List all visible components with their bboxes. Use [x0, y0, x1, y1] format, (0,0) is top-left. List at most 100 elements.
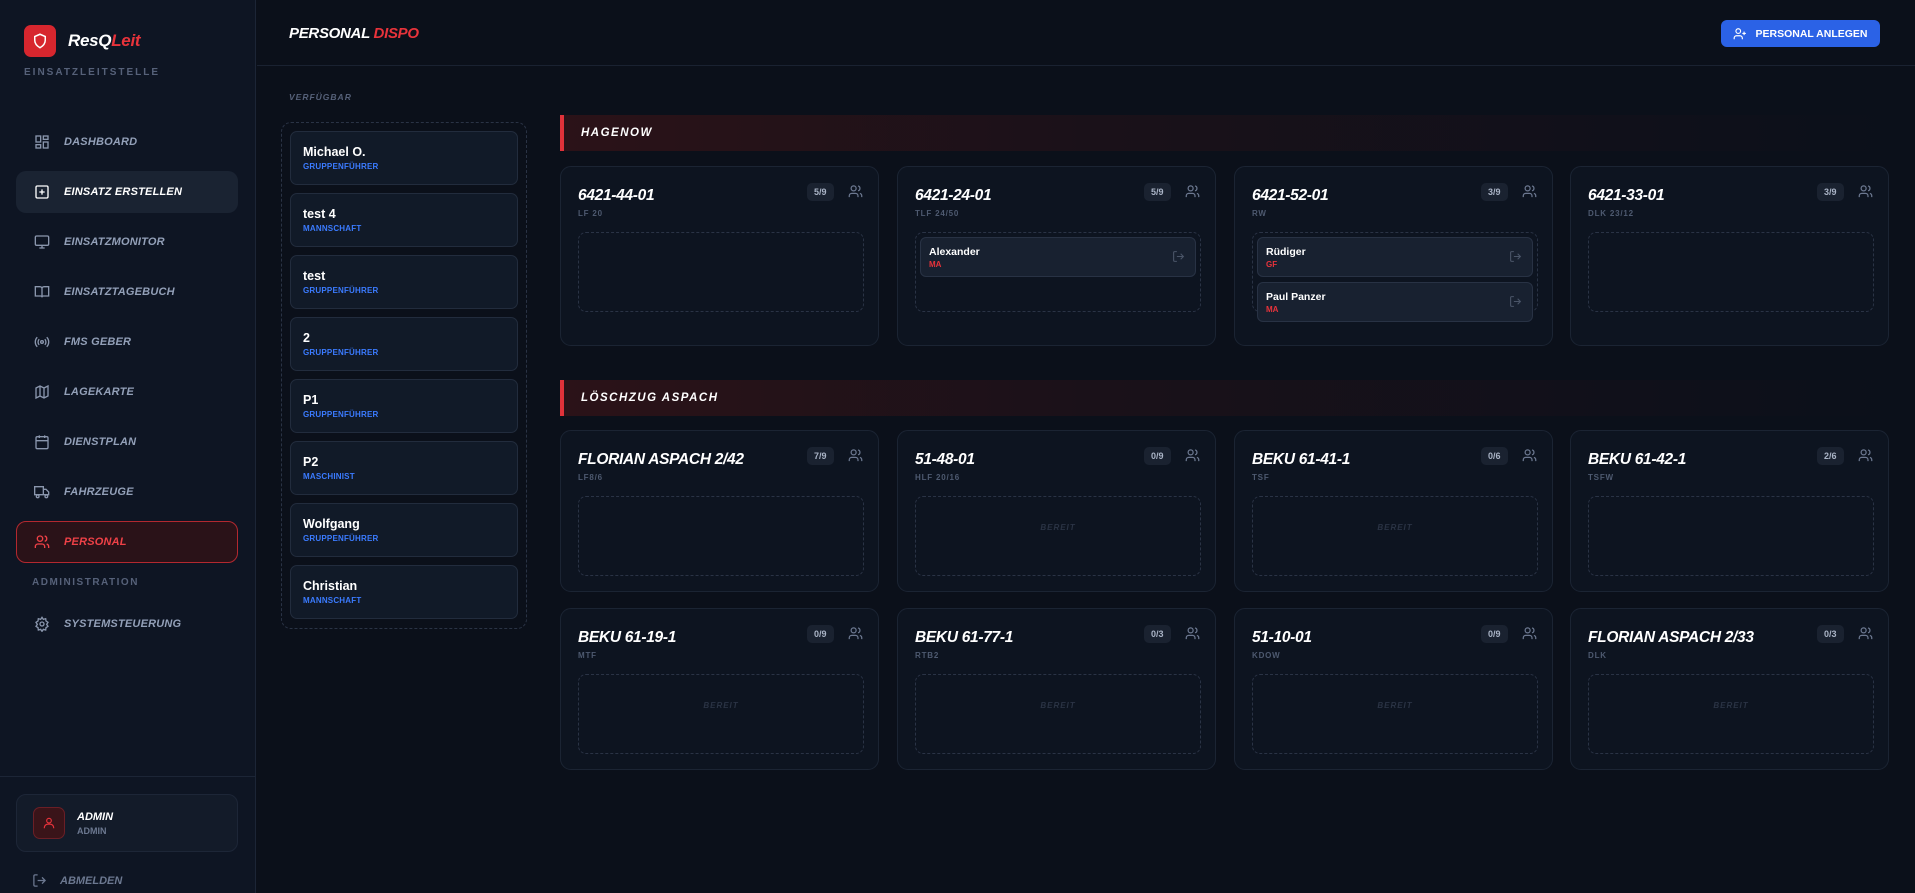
vehicle-type: LF 20: [578, 209, 603, 218]
nav-item-systemsteuerung[interactable]: SYSTEMSTEUERUNG: [16, 603, 238, 645]
crew-member[interactable]: Rüdiger GF: [1257, 237, 1533, 277]
crew-dropzone[interactable]: [1588, 232, 1874, 312]
nav-item-lagekarte[interactable]: LAGEKARTE: [16, 371, 238, 413]
users-icon: [33, 533, 51, 551]
crew-count-badge: 0/3: [1144, 625, 1171, 643]
users-icon[interactable]: [1185, 184, 1200, 199]
vehicle-card[interactable]: 51-48-01 HLF 20/16 0/9 BEREIT: [897, 430, 1216, 592]
person-card[interactable]: Wolfgang GRUPPENFÜHRER: [290, 503, 518, 557]
person-name: Christian: [303, 579, 358, 593]
nav-item-fms-geber[interactable]: FMS GEBER: [16, 321, 238, 363]
users-icon[interactable]: [1858, 448, 1873, 463]
ready-label: BEREIT: [1713, 701, 1749, 710]
crew-member[interactable]: Alexander MA: [920, 237, 1196, 277]
vehicle-card[interactable]: BEKU 61-42-1 TSFW 2/6: [1570, 430, 1889, 592]
vehicle-type: TSF: [1252, 473, 1270, 482]
crew-role: MA: [1266, 305, 1279, 314]
vehicle-card[interactable]: BEKU 61-19-1 MTF 0/9 BEREIT: [560, 608, 879, 770]
ready-label: BEREIT: [1040, 701, 1076, 710]
person-name: Michael O.: [303, 145, 366, 159]
vehicle-type: DLK 23/12: [1588, 209, 1634, 218]
crew-dropzone[interactable]: BEREIT: [1252, 674, 1538, 754]
person-card[interactable]: test 4 MANNSCHAFT: [290, 193, 518, 247]
nav-item-dienstplan[interactable]: DIENSTPLAN: [16, 421, 238, 463]
logout-button[interactable]: ABMELDEN: [32, 873, 122, 888]
users-icon[interactable]: [848, 448, 863, 463]
nav-item-fahrzeuge[interactable]: FAHRZEUGE: [16, 471, 238, 513]
vehicle-card[interactable]: FLORIAN ASPACH 2/42 LF8/6 7/9: [560, 430, 879, 592]
person-card[interactable]: Christian MANNSCHAFT: [290, 565, 518, 619]
add-personnel-button[interactable]: PERSONAL ANLEGEN: [1721, 20, 1880, 47]
person-card[interactable]: test GRUPPENFÜHRER: [290, 255, 518, 309]
vehicle-card[interactable]: 6421-33-01 DLK 23/12 3/9: [1570, 166, 1889, 346]
users-icon[interactable]: [1522, 448, 1537, 463]
vehicle-type: RW: [1252, 209, 1267, 218]
vehicle-card[interactable]: BEKU 61-41-1 TSF 0/6 BEREIT: [1234, 430, 1553, 592]
crew-dropzone[interactable]: [578, 496, 864, 576]
dashboard-icon: [33, 133, 51, 151]
vehicle-type: TSFW: [1588, 473, 1614, 482]
person-card[interactable]: P1 GRUPPENFÜHRER: [290, 379, 518, 433]
crew-dropzone[interactable]: Alexander MA: [915, 232, 1201, 312]
crew-dropzone[interactable]: BEREIT: [915, 496, 1201, 576]
nav-item-dashboard[interactable]: DASHBOARD: [16, 121, 238, 163]
crew-dropzone[interactable]: [578, 232, 864, 312]
brand[interactable]: ResQLeit: [24, 25, 141, 57]
crew-count-badge: 0/9: [1144, 447, 1171, 465]
brand-subtitle: EINSATZLEITSTELLE: [24, 67, 161, 78]
user-avatar-icon: [33, 807, 65, 839]
person-card[interactable]: Michael O. GRUPPENFÜHRER: [290, 131, 518, 185]
crew-dropzone[interactable]: [1588, 496, 1874, 576]
nav-section-administration: ADMINISTRATION: [32, 577, 139, 588]
vehicle-card[interactable]: 6421-44-01 LF 20 5/9: [560, 166, 879, 346]
users-icon[interactable]: [1522, 626, 1537, 641]
remove-crew-icon[interactable]: [1509, 295, 1522, 308]
nav-item-einsatztagebuch[interactable]: EINSATZTAGEBUCH: [16, 271, 238, 313]
users-icon[interactable]: [1185, 626, 1200, 641]
person-card[interactable]: P2 MASCHINIST: [290, 441, 518, 495]
nav-item-einsatz-erstellen[interactable]: EINSATZ ERSTELLEN: [16, 171, 238, 213]
nav-item-label: DASHBOARD: [64, 136, 138, 148]
vehicle-name: FLORIAN ASPACH 2/33: [1588, 629, 1754, 646]
person-role: MASCHINIST: [303, 472, 355, 481]
crew-member[interactable]: Paul Panzer MA: [1257, 282, 1533, 322]
vehicle-card[interactable]: 6421-52-01 RW 3/9 Rüdiger GF Paul Panzer MA: [1234, 166, 1553, 346]
person-role: GRUPPENFÜHRER: [303, 410, 379, 419]
person-role: GRUPPENFÜHRER: [303, 286, 379, 295]
users-icon[interactable]: [1185, 448, 1200, 463]
crew-dropzone[interactable]: Rüdiger GF Paul Panzer MA: [1252, 232, 1538, 322]
nav-item-personal[interactable]: PERSONAL: [16, 521, 238, 563]
crew-count-badge: 5/9: [1144, 183, 1171, 201]
vehicle-card[interactable]: BEKU 61-77-1 RTB2 0/3 BEREIT: [897, 608, 1216, 770]
vehicle-name: BEKU 61-77-1: [915, 629, 1014, 646]
person-card[interactable]: 2 GRUPPENFÜHRER: [290, 317, 518, 371]
crew-dropzone[interactable]: BEREIT: [578, 674, 864, 754]
crew-count-badge: 0/3: [1817, 625, 1844, 643]
available-dropzone[interactable]: Michael O. GRUPPENFÜHRER test 4 MANNSCHAFT t…: [281, 122, 527, 629]
remove-crew-icon[interactable]: [1509, 250, 1522, 263]
vehicle-card[interactable]: 51-10-01 KDOW 0/9 BEREIT: [1234, 608, 1553, 770]
users-icon[interactable]: [848, 184, 863, 199]
sidebar: ResQLeit EINSATZLEITSTELLE DASHBOARD EIN…: [0, 0, 256, 893]
remove-crew-icon[interactable]: [1172, 250, 1185, 263]
vehicle-card[interactable]: FLORIAN ASPACH 2/33 DLK 0/3 BEREIT: [1570, 608, 1889, 770]
ready-label: BEREIT: [1040, 523, 1076, 532]
users-icon[interactable]: [1858, 184, 1873, 199]
crew-count-badge: 0/9: [1481, 625, 1508, 643]
crew-dropzone[interactable]: BEREIT: [1588, 674, 1874, 754]
user-card[interactable]: ADMIN ADMIN: [16, 794, 238, 852]
vehicle-type: KDOW: [1252, 651, 1281, 660]
ready-label: BEREIT: [1377, 523, 1413, 532]
person-role: GRUPPENFÜHRER: [303, 162, 379, 171]
user-name: ADMIN: [77, 810, 114, 823]
nav-item-einsatzmonitor[interactable]: EINSATZMONITOR: [16, 221, 238, 263]
users-icon[interactable]: [1858, 626, 1873, 641]
vehicle-name: BEKU 61-42-1: [1588, 451, 1687, 468]
crew-dropzone[interactable]: BEREIT: [1252, 496, 1538, 576]
vehicle-card[interactable]: 6421-24-01 TLF 24/50 5/9 Alexander MA: [897, 166, 1216, 346]
sidebar-footer: ADMIN ADMIN ABMELDEN: [0, 776, 256, 893]
users-icon[interactable]: [848, 626, 863, 641]
crew-dropzone[interactable]: BEREIT: [915, 674, 1201, 754]
users-icon[interactable]: [1522, 184, 1537, 199]
crew-count-badge: 0/9: [807, 625, 834, 643]
